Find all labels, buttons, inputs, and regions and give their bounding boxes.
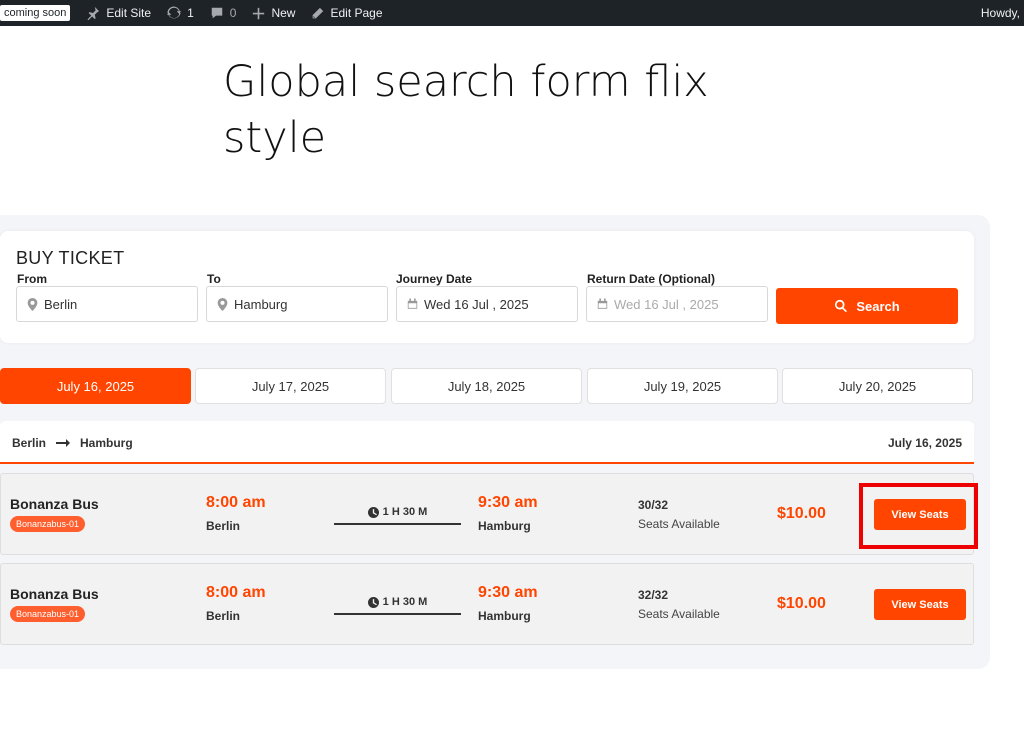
- plus-icon: [253, 7, 265, 19]
- page-title: Global search form flix style: [223, 57, 709, 163]
- refresh-icon: [167, 6, 182, 19]
- seats-label: Seats Available: [638, 607, 720, 621]
- return-date-label: Return Date (Optional): [587, 272, 715, 286]
- new-content-link[interactable]: New: [252, 6, 295, 20]
- to-label: To: [207, 272, 221, 286]
- duration-text: 1 H 30 M: [382, 506, 428, 518]
- price: $10.00: [777, 505, 826, 522]
- route-header: Berlin Hamburg July 16, 2025: [0, 421, 974, 464]
- bus-tag: Bonanzabus-01: [10, 606, 86, 622]
- comments-count: 0: [229, 6, 237, 20]
- calendar-icon: [407, 298, 418, 309]
- from-field[interactable]: Berlin: [16, 286, 198, 322]
- duration-text: 1 H 30 M: [382, 596, 428, 608]
- duration-line: [334, 523, 461, 525]
- journey-date-field[interactable]: Wed 16 Jul , 2025: [396, 286, 578, 322]
- seats-count: 32/32: [638, 588, 669, 602]
- date-tab-1[interactable]: July 16, 2025: [0, 368, 191, 404]
- arrow-right-icon: [56, 439, 71, 447]
- date-tab-4[interactable]: July 19, 2025: [587, 368, 778, 404]
- edit-site-label: Edit Site: [106, 6, 152, 20]
- edit-site-link[interactable]: Edit Site: [86, 6, 151, 20]
- date-tab-5[interactable]: July 20, 2025: [782, 368, 973, 404]
- departure-time: 8:00 am: [206, 584, 266, 601]
- clock-icon: [367, 506, 379, 518]
- duration: 1 H 30 M: [334, 506, 461, 518]
- edit-page-label: Edit Page: [330, 6, 383, 20]
- new-label: New: [271, 6, 296, 20]
- search-button[interactable]: Search: [776, 288, 958, 324]
- return-date-placeholder: Wed 16 Jul , 2025: [614, 296, 719, 312]
- search-form: BUY TICKET From Berlin To Hamburg Journe…: [0, 231, 974, 343]
- pencil-icon: [313, 7, 324, 18]
- duration-line: [334, 613, 461, 615]
- comment-icon: [211, 7, 223, 19]
- bus-tag: Bonanzabus-01: [10, 516, 86, 532]
- date-tab-2[interactable]: July 17, 2025: [195, 368, 386, 404]
- updates-count: 1: [187, 6, 194, 20]
- duration: 1 H 30 M: [334, 596, 461, 608]
- route-from: Berlin: [12, 436, 47, 450]
- search-heading: BUY TICKET: [16, 248, 125, 268]
- date-tab-3[interactable]: July 18, 2025: [391, 368, 582, 404]
- trip-row: Bonanza Bus Bonanzabus-01 8:00 am Berlin…: [0, 563, 974, 645]
- route-date: July 16, 2025: [887, 436, 962, 450]
- view-seats-button[interactable]: View Seats: [874, 589, 966, 620]
- journey-date-label: Journey Date: [396, 272, 473, 286]
- arrival-place: Hamburg: [478, 519, 531, 533]
- price: $10.00: [777, 595, 826, 612]
- bus-name: Bonanza Bus: [10, 496, 99, 512]
- search-icon: [835, 299, 848, 313]
- departure-place: Berlin: [206, 609, 241, 623]
- highlight-box: [859, 483, 978, 549]
- search-button-label: Search: [856, 298, 900, 314]
- departure-time: 8:00 am: [206, 494, 266, 511]
- site-status-badge[interactable]: coming soon: [0, 5, 71, 21]
- to-value: Hamburg: [234, 296, 288, 312]
- arrival-time: 9:30 am: [478, 584, 538, 601]
- return-date-field[interactable]: Wed 16 Jul , 2025: [586, 286, 768, 322]
- route-summary: Berlin Hamburg: [12, 436, 133, 450]
- seats-count: 30/32: [638, 498, 669, 512]
- trip-row: Bonanza Bus Bonanzabus-01 8:00 am Berlin…: [0, 473, 974, 555]
- arrival-time: 9:30 am: [478, 494, 538, 511]
- pin-icon: [88, 6, 100, 20]
- arrival-place: Hamburg: [478, 609, 531, 623]
- seats-label: Seats Available: [638, 517, 720, 531]
- route-to: Hamburg: [80, 436, 133, 450]
- from-value: Berlin: [44, 296, 78, 312]
- location-pin-icon: [27, 297, 38, 311]
- admin-bar: coming soon Edit Site 1 0 New Edit Page …: [0, 0, 1024, 26]
- departure-place: Berlin: [206, 519, 241, 533]
- to-field[interactable]: Hamburg: [206, 286, 388, 322]
- updates-link[interactable]: 1: [167, 6, 194, 20]
- edit-page-link[interactable]: Edit Page: [311, 6, 383, 20]
- clock-icon: [367, 596, 379, 608]
- comments-link[interactable]: 0: [210, 6, 237, 20]
- journey-date-value: Wed 16 Jul , 2025: [424, 296, 529, 312]
- bus-name: Bonanza Bus: [10, 586, 99, 602]
- from-label: From: [17, 272, 47, 286]
- calendar-icon: [597, 298, 608, 309]
- howdy-user-menu[interactable]: Howdy,: [981, 0, 1020, 26]
- location-pin-icon: [217, 297, 228, 311]
